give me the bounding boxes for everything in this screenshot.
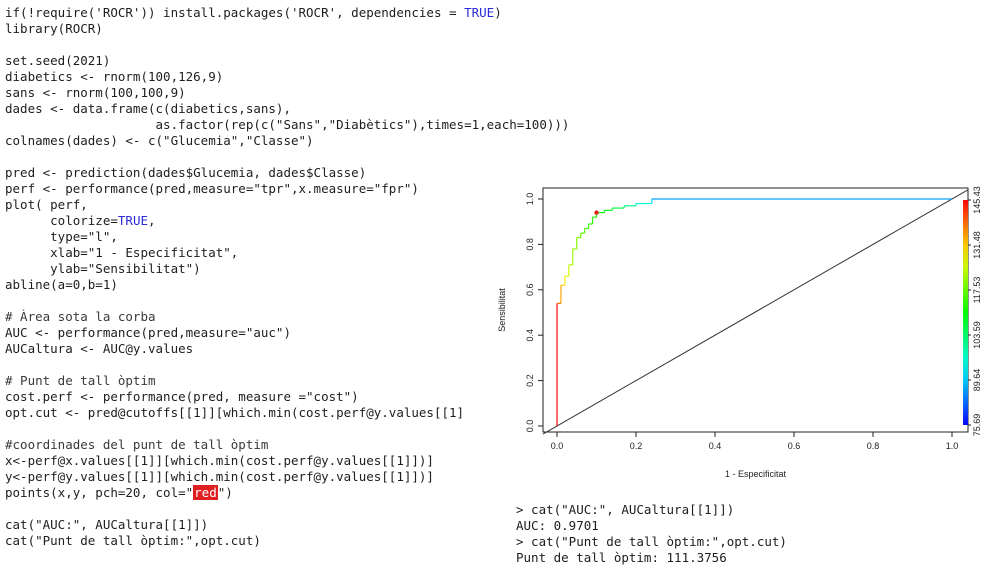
code-line[interactable]: dades <- data.frame(c(diabetics,sans),: [5, 101, 569, 117]
code-line[interactable]: pred <- prediction(dades$Glucemia, dades…: [5, 165, 569, 181]
code-line[interactable]: diabetics <- rnorm(100,126,9): [5, 69, 569, 85]
code-line[interactable]: plot( perf,: [5, 197, 569, 213]
code-line[interactable]: x<-perf@x.values[[1]][which.min(cost.per…: [5, 453, 569, 469]
roc-plot: 0.0 0.2 0.4 0.6 0.8 1.0 0.0 0.2 0.4 0.6 0.8 1.0 1 - …: [497, 186, 982, 479]
code-line[interactable]: [5, 501, 569, 517]
code-line[interactable]: sans <- rnorm(100,100,9): [5, 85, 569, 101]
colorbar-tick-label: 103.59: [972, 321, 982, 349]
y-tick-label: 0.2: [525, 374, 535, 387]
code-line[interactable]: ylab="Sensibilitat"): [5, 261, 569, 277]
diagonal-reference-line: [542, 189, 969, 435]
highlighted-token: red: [193, 485, 218, 500]
code-line[interactable]: cat("AUC:", AUCaltura[[1]]): [5, 517, 569, 533]
code-line[interactable]: type="l",: [5, 229, 569, 245]
x-tick-label: 0.6: [788, 441, 801, 451]
console-output: > cat("AUC:", AUCaltura[[1]]) AUC: 0.9701…: [516, 502, 787, 566]
code-line[interactable]: set.seed(2021): [5, 53, 569, 69]
code-line[interactable]: library(ROCR): [5, 21, 569, 37]
console-command: > cat("AUC:", AUCaltura[[1]]): [516, 502, 735, 517]
x-tick-label: 0.8: [867, 441, 880, 451]
optimal-cutoff-point: [594, 210, 599, 215]
plot-box: [542, 187, 969, 433]
y-tick-label: 0.0: [525, 420, 535, 433]
code-line[interactable]: [5, 293, 569, 309]
code-line[interactable]: abline(a=0,b=1): [5, 277, 569, 293]
x-tick-label: 0.2: [630, 441, 643, 451]
code-line[interactable]: AUC <- performance(pred,measure="auc"): [5, 325, 569, 341]
x-tick-label: 1.0: [946, 441, 959, 451]
keyword-token: TRUE: [117, 213, 148, 228]
console-result: Punt de tall òptim: 111.3756: [516, 550, 727, 565]
y-tick-label: 1.0: [525, 193, 535, 206]
code-line[interactable]: points(x,y, pch=20, col="red"): [5, 485, 569, 501]
code-line[interactable]: # Punt de tall òptim: [5, 373, 569, 389]
console-result: AUC: 0.9701: [516, 518, 599, 533]
x-axis-label: 1 - Especificitat: [725, 469, 787, 479]
y-tick-label: 0.4: [525, 329, 535, 342]
code-line[interactable]: colnames(dades) <- c("Glucemia","Classe"…: [5, 133, 569, 149]
code-line[interactable]: [5, 357, 569, 373]
code-line[interactable]: AUCaltura <- AUC@y.values: [5, 341, 569, 357]
colorbar-tick-label: 89.64: [972, 369, 982, 392]
code-editor[interactable]: if(!require('ROCR')) install.packages('R…: [5, 5, 569, 549]
y-axis-label: Sensibilitat: [497, 288, 507, 332]
y-tick-label: 0.8: [525, 238, 535, 251]
code-line[interactable]: cost.perf <- performance(pred, measure =…: [5, 389, 569, 405]
code-line[interactable]: #coordinades del punt de tall òptim: [5, 437, 569, 453]
code-line[interactable]: opt.cut <- pred@cutoffs[[1]][which.min(c…: [5, 405, 569, 421]
x-tick-label: 0.0: [551, 441, 564, 451]
code-line[interactable]: [5, 421, 569, 437]
code-line[interactable]: if(!require('ROCR')) install.packages('R…: [5, 5, 569, 21]
code-line[interactable]: [5, 37, 569, 53]
code-line[interactable]: as.factor(rep(c("Sans","Diabètics"),time…: [5, 117, 570, 133]
colorbar-tick-label: 117.53: [972, 277, 982, 304]
code-line[interactable]: y<-perf@y.values[[1]][which.min(cost.per…: [5, 469, 569, 485]
code-line[interactable]: perf <- performance(pred,measure="tpr",x…: [5, 181, 569, 197]
colorbar-tick-label: 131.48: [972, 231, 982, 259]
code-line[interactable]: [5, 149, 569, 165]
keyword-token: TRUE: [464, 5, 495, 20]
code-line[interactable]: colorize=TRUE,: [5, 213, 569, 229]
x-tick-label: 0.4: [709, 441, 722, 451]
colorbar: [963, 200, 968, 425]
code-line[interactable]: xlab="1 - Especificitat",: [5, 245, 569, 261]
console-command: > cat("Punt de tall òptim:",opt.cut): [516, 534, 787, 549]
y-tick-label: 0.6: [525, 284, 535, 297]
colorbar-tick-label: 75.69: [972, 414, 982, 437]
code-line[interactable]: cat("Punt de tall òptim:",opt.cut): [5, 533, 569, 549]
code-line[interactable]: # Àrea sota la corba: [5, 309, 569, 325]
colorbar-tick-label: 145.43: [972, 186, 982, 214]
